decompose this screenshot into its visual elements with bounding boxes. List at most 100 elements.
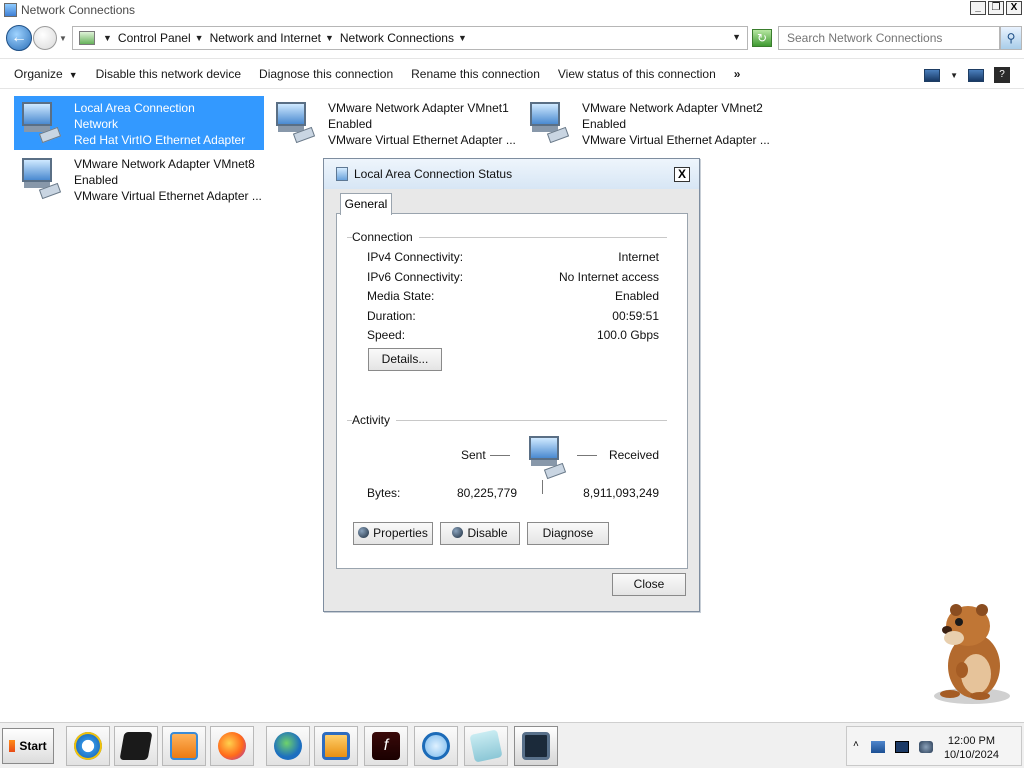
- sent-label: Sent: [461, 448, 486, 462]
- dialog-titlebar[interactable]: Local Area Connection Status X: [324, 159, 699, 189]
- search-input[interactable]: [778, 26, 1000, 50]
- restore-button[interactable]: ❐: [988, 1, 1004, 15]
- network-adapter-icon: [18, 156, 64, 200]
- taskbar-app-firefox[interactable]: [210, 726, 254, 766]
- terminal-icon: [119, 732, 153, 760]
- clock[interactable]: 12:00 PM 10/10/2024: [944, 734, 999, 762]
- general-panel: Connection IPv4 Connectivity: Internet I…: [336, 213, 688, 569]
- window-controls: _ ❐ X: [970, 1, 1022, 15]
- connection-group-label: Connection: [352, 230, 419, 244]
- speed-label: Speed:: [367, 328, 406, 342]
- connection-name: VMware Network Adapter VMnet1: [328, 101, 509, 115]
- connection-name: VMware Network Adapter VMnet8: [74, 157, 255, 171]
- diagnose-connection-button[interactable]: Diagnose this connection: [259, 67, 393, 81]
- view-controls: ▼ ?: [924, 67, 1010, 83]
- divider: [542, 480, 543, 494]
- show-hidden-icons-chevron-icon[interactable]: ˄: [853, 739, 867, 751]
- ipv4-value: Internet: [618, 250, 659, 264]
- connection-item-vmnet8[interactable]: VMware Network Adapter VMnet8 Enabled VM…: [14, 152, 264, 206]
- refresh-button[interactable]: ↻: [752, 29, 772, 47]
- connection-device: Red Hat VirtIO Ethernet Adapter: [74, 133, 246, 147]
- help-icon[interactable]: ?: [994, 67, 1010, 83]
- taskbar-app-notes[interactable]: [464, 726, 508, 766]
- details-button[interactable]: Details...: [368, 348, 442, 371]
- forward-button[interactable]: [33, 26, 57, 50]
- network-status-icon: [336, 167, 348, 181]
- close-button[interactable]: X: [1006, 1, 1022, 15]
- network-adapter-icon: [272, 100, 318, 144]
- disable-label: Disable: [467, 526, 508, 540]
- disable-button[interactable]: Disable: [440, 522, 520, 545]
- address-dropdown-icon[interactable]: ▼: [732, 32, 741, 42]
- firefox-icon: [218, 732, 246, 760]
- minimize-button[interactable]: _: [970, 1, 986, 15]
- more-commands-button[interactable]: »: [734, 67, 741, 81]
- connection-item-local-area[interactable]: Local Area Connection Network Red Hat Vi…: [14, 96, 264, 150]
- back-button[interactable]: ←: [6, 25, 32, 51]
- change-view-icon[interactable]: [924, 68, 941, 82]
- received-label: Received: [608, 448, 659, 462]
- divider: [577, 455, 597, 456]
- taskbar-app-media-player[interactable]: [162, 726, 206, 766]
- globe-icon: [422, 732, 450, 760]
- duration-value: 00:59:51: [612, 309, 659, 323]
- media-state-label: Media State:: [367, 289, 435, 303]
- chevron-down-icon[interactable]: ▼: [325, 33, 334, 43]
- recent-pages-dropdown[interactable]: ▼: [59, 34, 67, 43]
- rename-connection-button[interactable]: Rename this connection: [411, 67, 540, 81]
- organize-label: Organize: [14, 66, 63, 81]
- connection-device: VMware Virtual Ethernet Adapter ...: [74, 189, 262, 203]
- taskbar-app-internet-explorer[interactable]: [66, 726, 110, 766]
- chevron-down-icon[interactable]: ▼: [458, 33, 467, 43]
- preview-pane-icon[interactable]: [968, 68, 984, 82]
- breadcrumb-network-connections[interactable]: Network Connections: [340, 31, 454, 45]
- start-button[interactable]: Start: [2, 728, 54, 764]
- command-bar: Organize ▼ Disable this network device Di…: [0, 58, 1024, 89]
- dialog-title: Local Area Connection Status: [354, 167, 513, 181]
- chevron-down-icon[interactable]: ▼: [950, 71, 958, 80]
- virtualbox-icon: [322, 732, 350, 760]
- taskbar-app-globe[interactable]: [414, 726, 458, 766]
- connection-item-vmnet1[interactable]: VMware Network Adapter VMnet1 Enabled VM…: [268, 96, 518, 150]
- bytes-received-value: 8,911,093,249: [583, 486, 659, 500]
- search-icon[interactable]: ⚲: [1000, 26, 1022, 50]
- diagnose-button[interactable]: Diagnose: [527, 522, 609, 545]
- dialog-close-button[interactable]: X: [674, 167, 690, 182]
- ipv6-label: IPv6 Connectivity:: [367, 270, 464, 284]
- volume-icon[interactable]: [919, 741, 933, 753]
- taskbar-app-terminal[interactable]: [114, 726, 158, 766]
- view-status-button[interactable]: View status of this connection: [558, 67, 716, 81]
- hamster-mascot-icon[interactable]: [920, 598, 1016, 706]
- network-tray-icon[interactable]: [871, 741, 885, 753]
- globe-arrow-icon: [274, 732, 302, 760]
- internet-explorer-icon: [74, 732, 102, 760]
- chevron-down-icon[interactable]: ▼: [195, 33, 204, 43]
- display-tray-icon[interactable]: [895, 741, 909, 753]
- start-label: Start: [19, 739, 47, 753]
- disable-device-button[interactable]: Disable this network device: [96, 67, 241, 81]
- breadcrumb[interactable]: ▼ Control Panel ▼ Network and Internet ▼…: [72, 26, 748, 50]
- properties-button[interactable]: Properties: [353, 522, 433, 545]
- breadcrumb-control-panel[interactable]: Control Panel: [118, 31, 191, 45]
- shield-icon: [452, 527, 464, 538]
- taskbar-app-network-connections[interactable]: [514, 726, 558, 766]
- taskbar-app-virtualbox[interactable]: [314, 726, 358, 766]
- connection-item-vmnet2[interactable]: VMware Network Adapter VMnet2 Enabled VM…: [522, 96, 772, 150]
- ipv4-label: IPv4 Connectivity:: [367, 250, 464, 264]
- chevron-down-icon[interactable]: ▼: [103, 33, 112, 43]
- organize-menu[interactable]: Organize ▼: [14, 67, 78, 81]
- taskbar-app-network-globe[interactable]: [266, 726, 310, 766]
- tab-general[interactable]: General: [340, 193, 392, 215]
- connection-status: Enabled: [328, 117, 373, 131]
- divider: [490, 455, 510, 456]
- breadcrumb-network-and-internet[interactable]: Network and Internet: [210, 31, 321, 45]
- network-adapter-icon: [526, 100, 572, 144]
- bytes-label: Bytes:: [367, 486, 401, 500]
- address-bar: ← ▼ ▼ Control Panel ▼ Network and Intern…: [0, 22, 1024, 54]
- clock-time: 12:00 PM: [947, 735, 996, 747]
- taskbar-app-flash[interactable]: f: [364, 726, 408, 766]
- dialog-close-action-button[interactable]: Close: [612, 573, 686, 596]
- duration-label: Duration:: [367, 309, 416, 323]
- activity-group-label: Activity: [352, 413, 397, 427]
- properties-label: Properties: [373, 526, 428, 540]
